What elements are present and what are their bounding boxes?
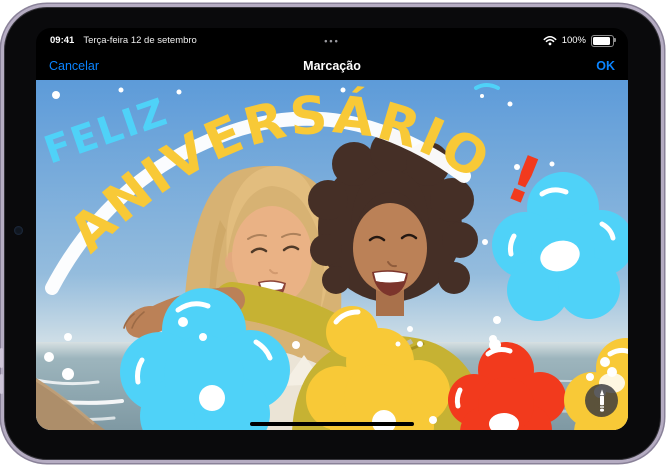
ipad-screen: 09:41 Terça-feira 12 de setembro ••• 100… [36, 28, 628, 430]
status-date: Terça-feira 12 de setembro [83, 35, 197, 46]
status-bar: 09:41 Terça-feira 12 de setembro ••• 100… [36, 28, 628, 51]
battery-percent: 100% [562, 35, 586, 46]
status-time: 09:41 [50, 35, 74, 46]
multitasking-dots-icon[interactable]: ••• [324, 36, 339, 46]
photo-artwork: FELIZ ANIVERSÁRIO ! [36, 80, 628, 430]
front-camera [14, 226, 23, 235]
volume-up-button [0, 348, 3, 368]
ipad-product-shot: 09:41 Terça-feira 12 de setembro ••• 100… [0, 0, 666, 465]
volume-down-button [0, 374, 3, 394]
home-indicator[interactable] [250, 422, 414, 427]
markup-canvas[interactable]: FELIZ ANIVERSÁRIO ! [36, 80, 628, 430]
markup-toolbar: Cancelar Marcação OK [36, 51, 628, 80]
page-title: Marcação [36, 59, 628, 73]
wifi-icon [543, 35, 557, 46]
pencil-icon [596, 389, 608, 412]
pencil-tool-button[interactable] [585, 384, 618, 417]
battery-icon [591, 35, 614, 47]
